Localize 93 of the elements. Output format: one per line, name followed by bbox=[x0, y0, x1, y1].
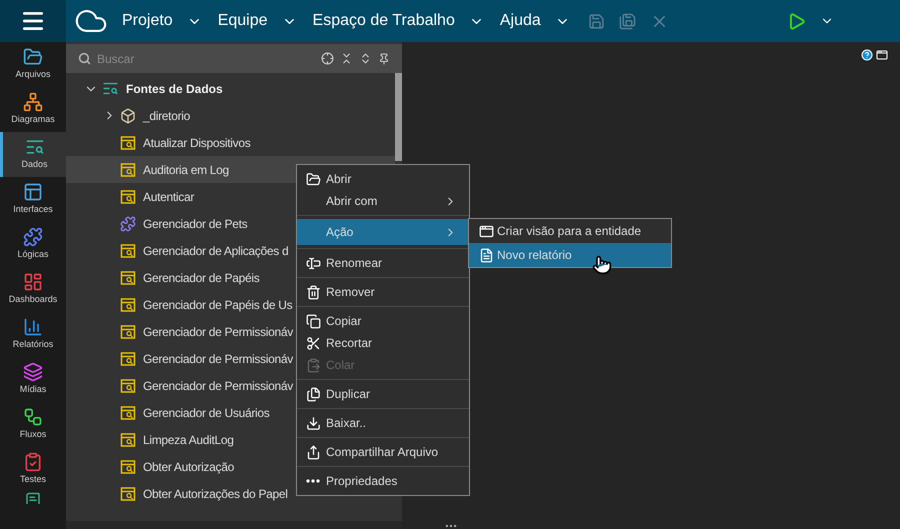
search-input[interactable]: Buscar bbox=[97, 50, 315, 68]
menu-item[interactable]: Propriedades bbox=[297, 470, 469, 492]
menu-item[interactable]: Criar visão para a entidade bbox=[469, 219, 671, 243]
query-icon bbox=[120, 188, 136, 204]
menu-item[interactable]: Abrir com bbox=[297, 190, 469, 212]
tree-group-label: Fontes de Dados bbox=[126, 80, 223, 98]
paste-icon bbox=[306, 358, 321, 372]
menu-dropdown[interactable]: Projeto bbox=[122, 9, 202, 33]
tree-item-label: Auditoria em Log bbox=[143, 162, 229, 178]
menu-item[interactable]: Novo relatório bbox=[469, 243, 671, 267]
menu-item[interactable]: Duplicar bbox=[297, 383, 469, 405]
tree-item-label: Gerenciador de Aplicações d bbox=[143, 242, 288, 260]
dashboard-icon bbox=[23, 272, 43, 292]
query-icon bbox=[120, 432, 136, 448]
checklist-icon bbox=[23, 452, 43, 472]
share-icon bbox=[306, 444, 321, 460]
window-icon bbox=[479, 224, 494, 238]
window-icon[interactable] bbox=[876, 49, 888, 61]
window-layout-icon bbox=[23, 182, 43, 202]
sidebar-item[interactable]: Dashboards bbox=[0, 267, 66, 312]
copy-icon bbox=[306, 314, 321, 328]
bar-chart-icon bbox=[23, 317, 43, 338]
sidebar-item[interactable]: Interfaces bbox=[0, 177, 66, 222]
download-icon bbox=[306, 416, 321, 430]
menu-button[interactable] bbox=[0, 0, 66, 42]
tree-item-label: Gerenciador de Pets bbox=[143, 216, 248, 232]
scissors-icon bbox=[306, 336, 321, 350]
query-icon bbox=[120, 458, 136, 474]
menu-item[interactable]: Baixar.. bbox=[297, 412, 469, 434]
search-icon bbox=[78, 52, 91, 65]
query-icon bbox=[120, 350, 136, 366]
tree-item-label: Autenticar bbox=[143, 188, 194, 206]
menu-item[interactable]: Remover bbox=[297, 281, 469, 303]
list-search-icon bbox=[102, 80, 119, 97]
menu-item[interactable]: Recortar bbox=[297, 332, 469, 354]
query-icon bbox=[120, 486, 136, 502]
tree-item-label: Obter Autorização bbox=[143, 458, 234, 476]
tree-item-label: Gerenciador de Papéis de Us bbox=[143, 296, 292, 314]
help-icon[interactable] bbox=[861, 49, 873, 61]
query-icon bbox=[120, 134, 136, 150]
tree-item-label: Obter Autorizações do Papel bbox=[143, 486, 288, 502]
tree-item-label: _diretorio bbox=[143, 108, 190, 124]
folder-icon bbox=[306, 172, 321, 186]
sidebar-item[interactable]: Mídias bbox=[0, 357, 66, 402]
menu-dropdown[interactable]: Ajuda bbox=[500, 9, 570, 33]
package-icon bbox=[120, 108, 136, 124]
search-field[interactable]: Buscar bbox=[66, 44, 402, 73]
tree-item-label: Gerenciador de Permissionáv bbox=[143, 378, 293, 394]
tree-item-label: Gerenciador de Papéis bbox=[143, 270, 260, 286]
query-icon bbox=[120, 242, 136, 258]
pin-icon[interactable] bbox=[378, 52, 390, 64]
rename-icon bbox=[306, 256, 321, 270]
menu-item[interactable]: Copiar bbox=[297, 310, 469, 332]
flow-icon bbox=[23, 407, 43, 428]
locate-icon[interactable] bbox=[321, 52, 334, 65]
trash-icon bbox=[306, 284, 321, 300]
duplicate-icon bbox=[306, 386, 321, 402]
query-icon bbox=[120, 378, 136, 394]
query-icon bbox=[120, 404, 136, 420]
menu-item[interactable]: Ação bbox=[297, 219, 469, 245]
query-icon bbox=[120, 270, 136, 286]
sidebar-item[interactable]: Arquivos bbox=[0, 42, 66, 87]
sidebar-item[interactable]: Diagramas bbox=[0, 87, 66, 132]
tree-group[interactable]: Fontes de Dados bbox=[66, 75, 395, 102]
query-icon bbox=[120, 296, 136, 312]
sidebar-item[interactable]: Relatórios bbox=[0, 312, 66, 357]
pointer-cursor-icon bbox=[592, 255, 612, 275]
tree-item-label: Atualizar Dispositivos bbox=[143, 134, 250, 152]
query-icon bbox=[120, 324, 136, 340]
more-icon bbox=[306, 479, 320, 483]
menu-item[interactable]: Compartilhar Arquivo bbox=[297, 441, 469, 463]
query-icon bbox=[120, 162, 136, 178]
menu-dropdown[interactable]: Espaço de Trabalho bbox=[312, 9, 484, 33]
scrollbar[interactable] bbox=[395, 73, 402, 161]
tree-item[interactable]: Atualizar Dispositivos bbox=[66, 129, 395, 156]
tree-item[interactable]: _diretorio bbox=[66, 102, 395, 129]
sidebar-item[interactable]: Dados bbox=[0, 132, 66, 177]
layers-icon bbox=[23, 362, 43, 382]
tree-item-label: Limpeza AuditLog bbox=[143, 432, 234, 448]
puzzle-icon bbox=[120, 216, 136, 232]
puzzle-icon bbox=[23, 227, 43, 248]
menu-dropdown[interactable]: Equipe bbox=[218, 9, 297, 33]
tree-item-label: Gerenciador de Usuários bbox=[143, 404, 270, 422]
tree-item-label: Gerenciador de Permissionáv bbox=[143, 324, 293, 340]
tree-item-label: Gerenciador de Permissionáv bbox=[143, 350, 293, 368]
sidebar-item[interactable]: Testes bbox=[0, 447, 66, 492]
sidebar-item[interactable]: Lógicas bbox=[0, 222, 66, 267]
sidebar-item[interactable]: Fluxos bbox=[0, 402, 66, 447]
folder-icon bbox=[23, 47, 43, 68]
hierarchy-icon bbox=[23, 92, 43, 112]
document-icon bbox=[479, 248, 494, 262]
menu-item[interactable]: Renomear bbox=[297, 252, 469, 274]
run-icon[interactable] bbox=[787, 12, 806, 30]
